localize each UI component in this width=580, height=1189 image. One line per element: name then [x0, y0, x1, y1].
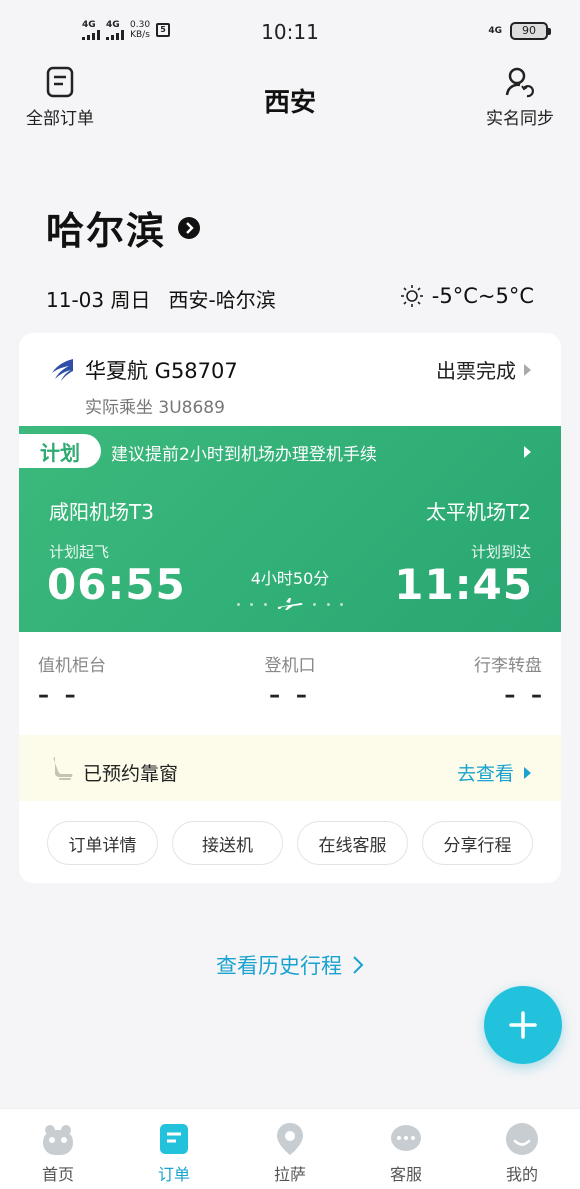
status-right: 4G 90 — [488, 22, 551, 40]
card-actions: 订单详情 接送机 在线客服 分享行程 — [47, 821, 533, 865]
trip-summary: 11-03 周日 西安-哈尔滨 — [46, 284, 276, 313]
triangle-right-icon — [524, 446, 531, 458]
realname-sync-button[interactable]: 实名同步 — [486, 66, 554, 129]
destination-city: 哈尔滨 — [46, 209, 167, 253]
trip-route: 西安-哈尔滨 — [168, 288, 276, 312]
home-mascot-icon — [43, 1125, 73, 1155]
departure-label: 计划起飞 — [49, 543, 110, 561]
arrival-label: 计划到达 — [470, 543, 531, 561]
airplane-icon — [277, 598, 303, 610]
orders-icon — [160, 1124, 188, 1154]
triangle-right-icon — [524, 363, 531, 376]
view-history-label: 查看历史行程 — [216, 954, 342, 978]
flight-duration: 4小时50分 — [250, 569, 330, 588]
tab-mine-label: 我的 — [505, 1165, 538, 1184]
smile-face-icon — [506, 1123, 538, 1155]
departure-airport: 咸阳机场T3 — [49, 500, 154, 524]
tab-orders-label: 订单 — [157, 1165, 190, 1184]
seat-reserved-text: 已预约靠窗 — [83, 763, 179, 785]
ticket-status[interactable]: 出票完成 — [436, 355, 531, 384]
arrival-airport: 太平机场T2 — [426, 500, 531, 524]
boarding-gate-value: – – — [269, 683, 311, 708]
airline-flight-number: 华夏航 G58707 — [85, 359, 238, 383]
seat-icon — [53, 757, 73, 780]
add-trip-button[interactable] — [484, 986, 562, 1064]
order-details-button[interactable]: 订单详情 — [47, 821, 158, 865]
share-trip-button[interactable]: 分享行程 — [422, 821, 533, 865]
triangle-right-icon — [524, 766, 531, 779]
ticket-status-label: 出票完成 — [436, 359, 516, 383]
plan-tag: 计划 — [19, 434, 101, 468]
chevron-right-icon — [178, 216, 201, 239]
chevron-right-icon — [353, 956, 364, 974]
tab-mine[interactable]: 我的 — [464, 1109, 580, 1189]
battery-icon: 90 — [510, 22, 551, 40]
realname-sync-label: 实名同步 — [486, 109, 554, 129]
baggage-carousel-label: 行李转盘 — [474, 656, 542, 676]
user-sync-icon — [505, 67, 535, 98]
tab-orders[interactable]: 订单 — [116, 1109, 232, 1189]
tab-service-label: 客服 — [389, 1165, 422, 1184]
tab-service[interactable]: 客服 — [348, 1109, 464, 1189]
location-pin-icon — [277, 1123, 303, 1155]
view-history-link[interactable]: 查看历史行程 — [0, 950, 580, 980]
network-type-icon: 4G — [488, 25, 502, 36]
flight-schedule-panel: 计划 建议提前2小时到机场办理登机手续 咸阳机场T3 太平机场T2 计划起飞 计… — [19, 426, 561, 632]
tab-lhasa-label: 拉萨 — [273, 1165, 306, 1184]
flight-path — [237, 596, 343, 612]
app-header: 全部订单 西安 实名同步 — [0, 64, 580, 144]
plus-icon — [509, 1011, 537, 1039]
airport-transfer-button[interactable]: 接送机 — [172, 821, 283, 865]
tab-home-label: 首页 — [41, 1165, 74, 1184]
airline-logo-icon — [52, 359, 73, 381]
flight-order-card[interactable]: 华夏航 G58707 实际乘坐 3U8689 出票完成 计划 建议提前2小时到机… — [19, 333, 561, 883]
weather-info: -5°C~5°C — [400, 284, 534, 308]
bottom-tab-bar: 首页 订单 拉萨 客服 我的 — [0, 1108, 580, 1189]
checkin-tip[interactable]: 建议提前2小时到机场办理登机手续 — [111, 440, 377, 465]
sun-icon — [400, 285, 423, 307]
trip-date: 11-03 周日 — [46, 288, 151, 312]
chat-bubble-icon — [391, 1125, 421, 1151]
online-service-button[interactable]: 在线客服 — [297, 821, 408, 865]
tab-lhasa[interactable]: 拉萨 — [232, 1109, 348, 1189]
actual-operator: 实际乘坐 3U8689 — [85, 398, 225, 418]
view-seat-label: 去查看 — [456, 763, 514, 785]
seat-reservation-row[interactable]: 已预约靠窗 去查看 — [19, 735, 561, 801]
status-bar: 4G 4G 0.30 KB/s 5 10:11 4G 90 — [0, 0, 580, 64]
tab-home[interactable]: 首页 — [0, 1109, 116, 1189]
view-seat-link[interactable]: 去查看 — [457, 759, 531, 786]
destination-header[interactable]: 哈尔滨 — [46, 200, 201, 255]
temperature-range: -5°C~5°C — [431, 284, 534, 308]
airline-row: 华夏航 G58707 — [49, 355, 238, 385]
baggage-carousel-value: – – — [504, 683, 546, 708]
